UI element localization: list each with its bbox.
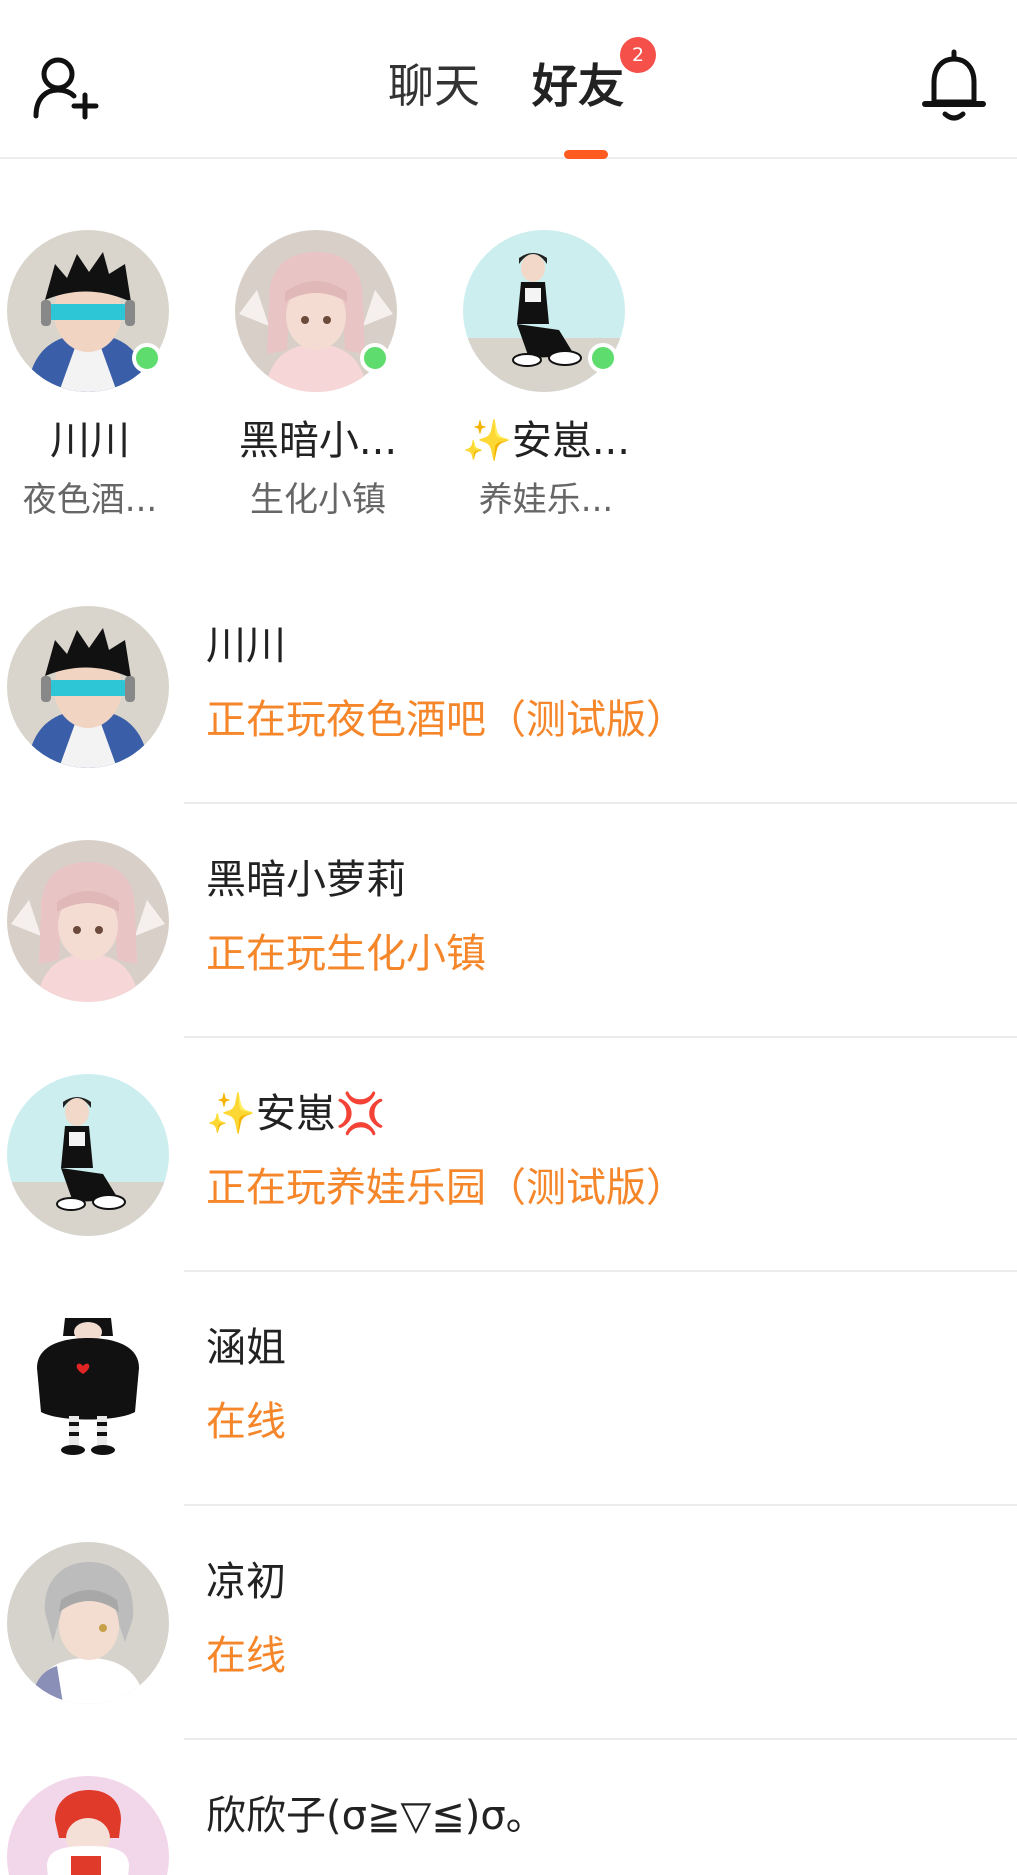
avatar [7,840,169,1002]
avatar [7,606,169,768]
friends-badge: 2 [620,37,656,73]
online-friend-game: 夜色酒... [22,480,158,520]
friend-name: 黑暗小萝莉 [206,857,406,903]
friend-name: 川川 [206,623,286,669]
friend-status: 正在玩养娃乐园（测试版） [206,1165,686,1211]
online-friend-name: 川川 [50,418,130,464]
row-divider [184,1036,1017,1038]
online-friend-card[interactable]: ✨安崽... 养娃乐... [456,230,636,530]
avatar [7,1074,169,1236]
friend-name: 涵姐 [206,1325,286,1371]
tab-friends[interactable]: 好友 [532,56,624,116]
active-tab-indicator [564,150,608,159]
row-divider [184,802,1017,804]
friend-row[interactable]: 川川 正在玩夜色酒吧（测试版） [0,600,1017,834]
online-status-dot [360,343,390,373]
friend-row[interactable]: 欣欣子(σ≧▽≦)σ。 [0,1770,1017,1875]
online-status-dot [132,343,162,373]
friend-row[interactable]: 涵姐 在线 [0,1302,1017,1536]
tab-chat[interactable]: 聊天 [388,56,480,116]
avatar [7,1542,169,1704]
friend-status: 正在玩夜色酒吧（测试版） [206,697,686,743]
friend-status: 正在玩生化小镇 [206,931,486,977]
online-friend-name: 黑暗小... [238,418,398,464]
friend-name: 欣欣子(σ≧▽≦)σ。 [206,1793,546,1839]
friend-name: ✨安崽💢 [206,1091,386,1137]
online-friend-game: 生化小镇 [250,480,386,520]
sparkle-icon: ✨ [462,418,512,464]
online-friend-card[interactable]: 川川 夜色酒... [0,230,180,530]
friend-row[interactable]: 凉初 在线 [0,1536,1017,1770]
anger-icon: 💢 [335,1091,386,1137]
friend-row[interactable]: ✨安崽💢 正在玩养娃乐园（测试版） [0,1068,1017,1302]
row-divider [184,1738,1017,1740]
row-divider [184,1504,1017,1506]
online-status-dot [588,343,618,373]
online-friend-card[interactable]: 黑暗小... 生化小镇 [228,230,408,530]
bell-icon [922,49,986,121]
avatar [7,1308,169,1470]
sparkle-icon: ✨ [206,1091,256,1137]
friend-status: 在线 [206,1633,286,1679]
notification-button[interactable] [918,48,990,124]
friend-row[interactable]: 黑暗小萝莉 正在玩生化小镇 [0,834,1017,1068]
online-friends-strip: 川川 夜色酒... 黑暗小... 生化小镇 ✨安崽... 养娃乐... [0,160,1017,560]
row-divider [184,1270,1017,1272]
add-friend-button[interactable] [30,52,100,122]
online-friend-game: 养娃乐... [478,480,614,520]
add-user-icon [33,57,99,120]
top-bar: 聊天 好友 2 [0,0,1017,159]
friend-status: 在线 [206,1399,286,1445]
online-friend-name: ✨安崽... [462,418,630,464]
avatar [7,1776,169,1875]
friend-name: 凉初 [206,1559,286,1605]
